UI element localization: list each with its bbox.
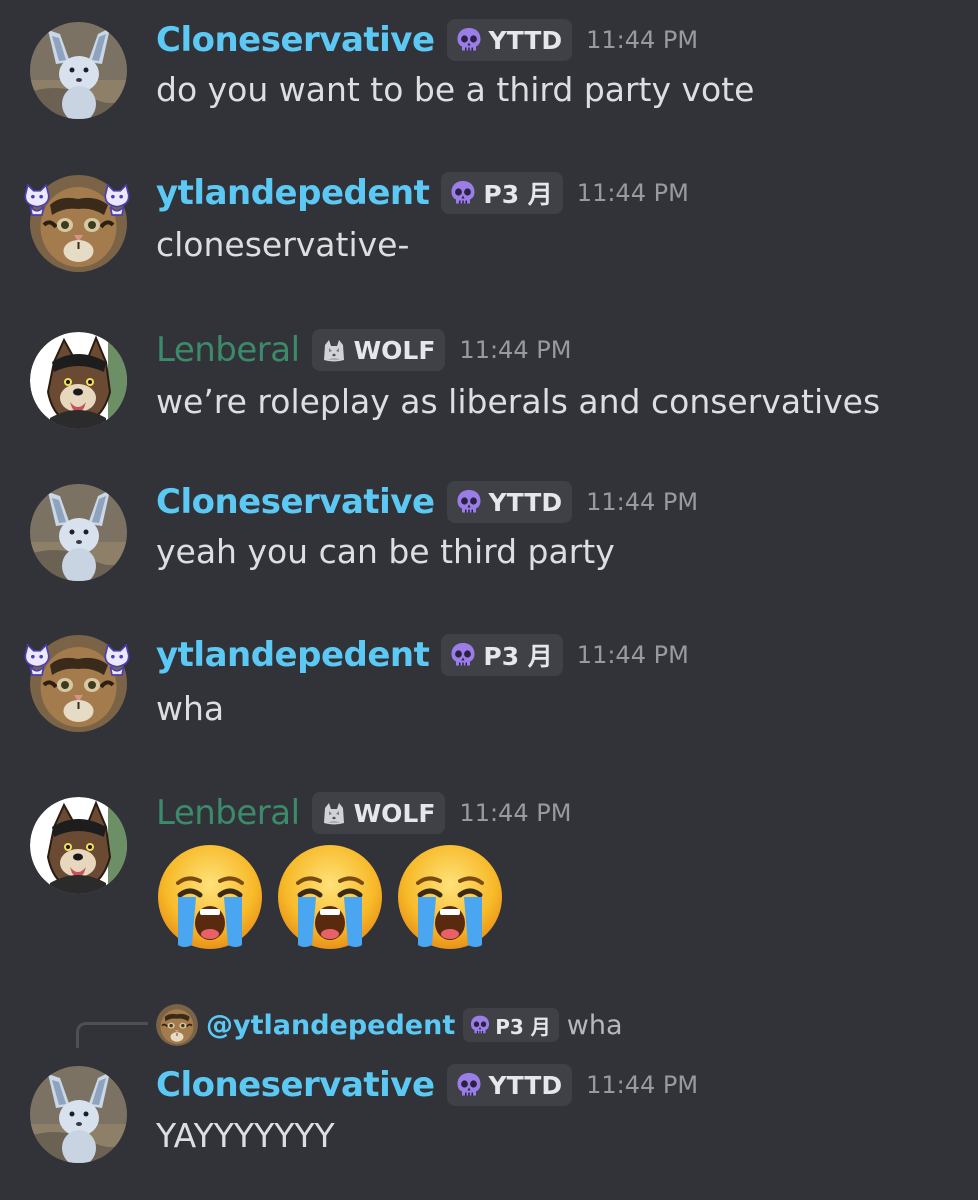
role-tag-label: YTTD (488, 25, 563, 55)
timestamp: 11:44 PM (586, 1071, 699, 1099)
role-tag-label: P3 月 (483, 642, 553, 671)
role-tag[interactable]: YTTD (446, 481, 573, 523)
username[interactable]: ytlandepedent (156, 635, 430, 675)
username[interactable]: Cloneservative (156, 482, 435, 522)
skull-icon (455, 488, 483, 516)
username[interactable]: Lenberal (156, 793, 300, 833)
loudly-crying-face-icon[interactable] (156, 843, 264, 951)
reply-role-tag[interactable]: P3 月 (463, 1008, 559, 1042)
message-text: cloneservative- (156, 225, 410, 264)
message-text: yeah you can be third party (156, 532, 615, 571)
skull-icon (455, 1071, 483, 1099)
message: Cloneservative YTTD 11:44 PM yeah you ca… (0, 462, 978, 602)
wolf-icon (320, 799, 348, 827)
role-tag[interactable]: YTTD (446, 1064, 573, 1106)
username[interactable]: Lenberal (156, 330, 300, 370)
reply-preview[interactable]: @ytlandepedent P3 月 wha (0, 996, 978, 1052)
wolf-icon (320, 336, 348, 364)
username[interactable]: ytlandepedent (156, 173, 430, 213)
avatar[interactable] (30, 797, 127, 894)
message: Lenberal WOLF 11:44 PM we’re roleplay as… (0, 310, 978, 450)
message: ytlandepedent P3 月 11:44 PM wha (0, 617, 978, 757)
skull-icon (449, 641, 477, 669)
skull-icon (449, 179, 477, 207)
role-tag-label: P3 月 (483, 180, 553, 209)
avatar[interactable] (30, 1066, 127, 1163)
timestamp: 11:44 PM (459, 799, 572, 827)
message-feed: Cloneservative YTTD 11:44 PM do you want… (0, 0, 978, 1200)
role-tag[interactable]: YTTD (446, 19, 573, 61)
role-tag-label: WOLF (353, 335, 436, 365)
timestamp: 11:44 PM (459, 336, 572, 364)
reply-connector (76, 1022, 148, 1048)
timestamp: 11:44 PM (586, 488, 699, 516)
avatar[interactable] (30, 635, 127, 732)
avatar[interactable] (30, 22, 127, 119)
role-tag[interactable]: WOLF (311, 792, 446, 834)
emoji-row (156, 843, 504, 951)
role-tag-label: YTTD (488, 487, 563, 517)
avatar[interactable] (30, 332, 127, 429)
role-tag-label: YTTD (488, 1070, 563, 1100)
message-text: YAYYYYYYY (156, 1116, 335, 1155)
message: ytlandepedent P3 月 11:44 PM cloneservati… (0, 155, 978, 295)
skull-icon (469, 1014, 491, 1036)
avatar[interactable] (30, 484, 127, 581)
message: Cloneservative YTTD 11:44 PM YAYYYYYYY (0, 1050, 978, 1190)
timestamp: 11:44 PM (576, 179, 689, 207)
role-tag[interactable]: P3 月 (441, 172, 563, 214)
reply-text: wha (566, 1009, 623, 1041)
role-tag[interactable]: P3 月 (441, 634, 563, 676)
timestamp: 11:44 PM (576, 641, 689, 669)
avatar[interactable] (30, 175, 127, 272)
username[interactable]: Cloneservative (156, 1065, 435, 1105)
reply-role-tag-label: P3 月 (495, 1014, 551, 1039)
message: Lenberal WOLF 11:44 PM (0, 775, 978, 965)
loudly-crying-face-icon[interactable] (276, 843, 384, 951)
reply-avatar[interactable] (156, 1004, 198, 1046)
reply-mention[interactable]: @ytlandepedent (206, 1010, 455, 1041)
timestamp: 11:44 PM (586, 26, 699, 54)
message-text: we’re roleplay as liberals and conservat… (156, 382, 881, 421)
message: Cloneservative YTTD 11:44 PM do you want… (0, 0, 978, 140)
role-tag-label: WOLF (353, 798, 436, 828)
message-text: wha (156, 689, 225, 728)
loudly-crying-face-icon[interactable] (396, 843, 504, 951)
role-tag[interactable]: WOLF (311, 329, 446, 371)
message-text: do you want to be a third party vote (156, 70, 755, 109)
skull-icon (455, 26, 483, 54)
username[interactable]: Cloneservative (156, 20, 435, 60)
